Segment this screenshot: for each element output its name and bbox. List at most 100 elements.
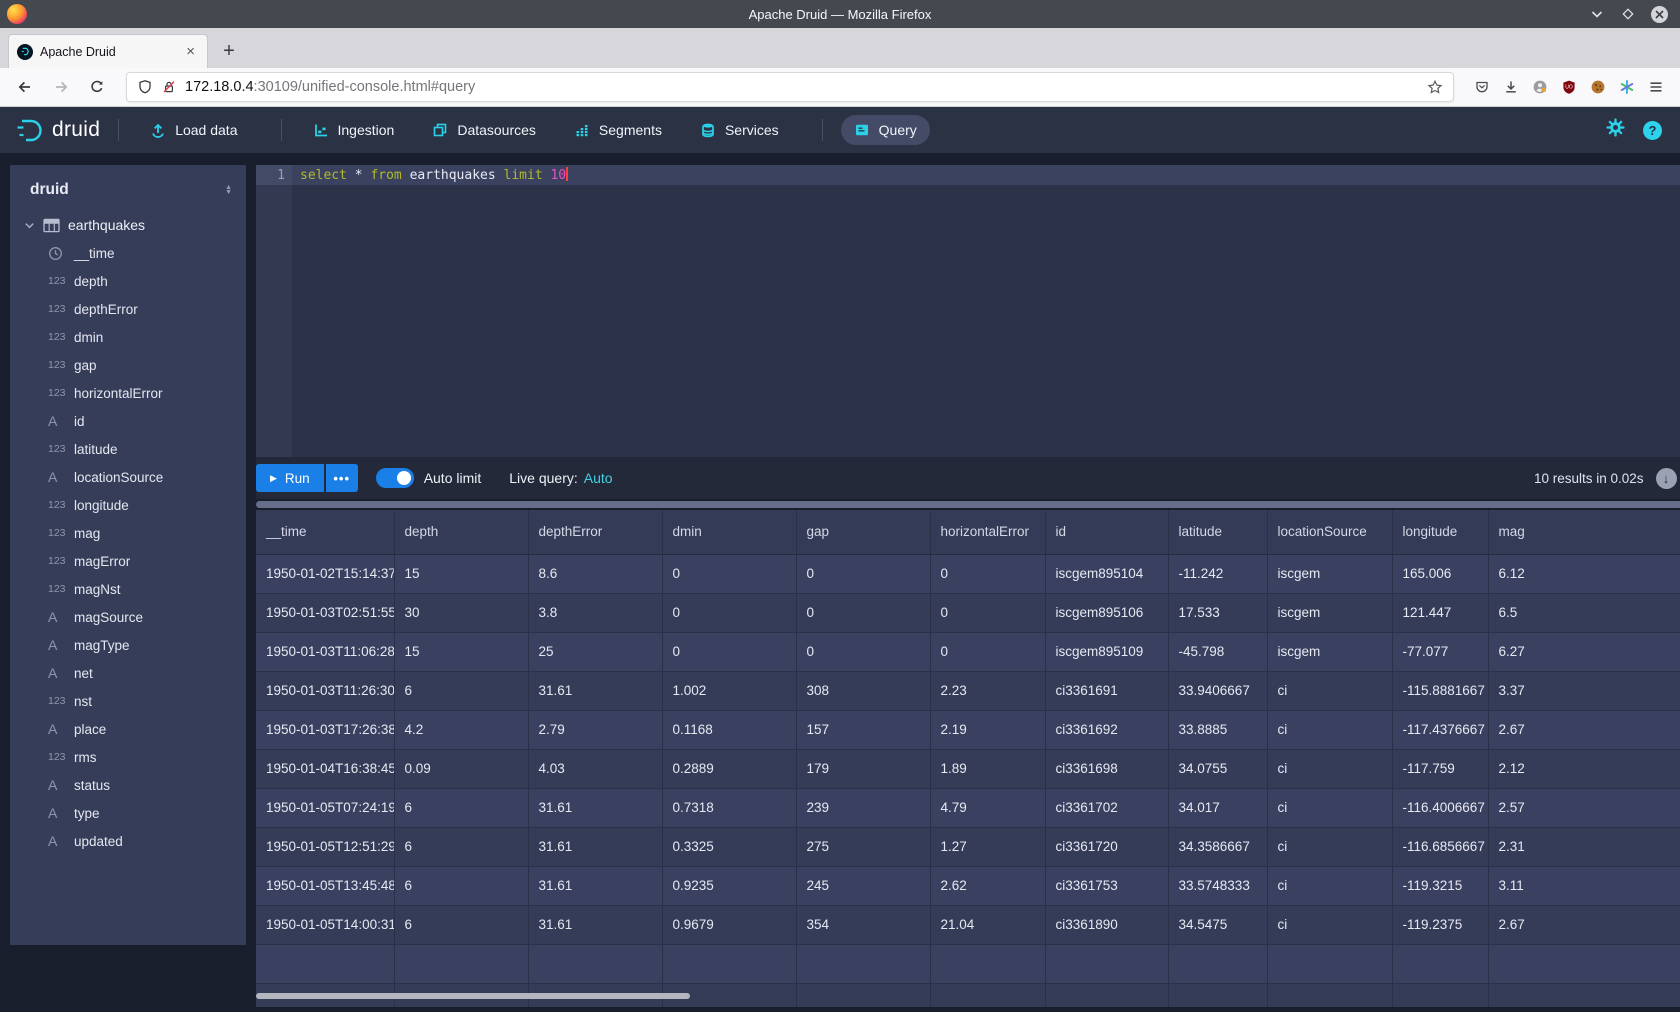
table-cell[interactable] [662, 944, 796, 983]
table-cell[interactable]: 6.27 [1488, 632, 1680, 671]
table-cell[interactable]: 0 [796, 632, 930, 671]
table-cell[interactable]: ci3361698 [1045, 749, 1168, 788]
table-cell[interactable]: 15 [394, 632, 528, 671]
table-cell[interactable]: -115.8881667 [1392, 671, 1488, 710]
account-extension-icon[interactable] [1532, 79, 1548, 95]
column-header-locationSource[interactable]: locationSource [1267, 510, 1392, 554]
table-cell[interactable]: 17.533 [1168, 593, 1267, 632]
table-cell[interactable]: 308 [796, 671, 930, 710]
table-cell[interactable]: 0 [796, 593, 930, 632]
table-cell[interactable]: 34.5475 [1168, 905, 1267, 944]
table-cell[interactable]: 34.0755 [1168, 749, 1267, 788]
table-cell[interactable]: ci3361890 [1045, 905, 1168, 944]
cookie-icon[interactable] [1590, 79, 1606, 95]
table-cell[interactable]: iscgem [1267, 593, 1392, 632]
table-cell[interactable]: ci [1267, 905, 1392, 944]
ublock-origin-icon[interactable]: UO [1561, 79, 1577, 95]
table-cell[interactable]: ci3361691 [1045, 671, 1168, 710]
auto-limit-toggle[interactable] [376, 468, 414, 488]
download-icon[interactable] [1503, 79, 1519, 95]
window-maximize-button[interactable] [1621, 7, 1635, 21]
table-cell[interactable]: 4.03 [528, 749, 662, 788]
table-cell[interactable] [930, 983, 1045, 1007]
column-header-time[interactable]: __time [256, 510, 394, 554]
table-cell[interactable]: 0 [796, 554, 930, 593]
table-cell[interactable]: -117.4376667 [1392, 710, 1488, 749]
table-cell[interactable]: 1950-01-05T13:45:48.730Z [256, 866, 394, 905]
table-cell[interactable]: 0 [930, 632, 1045, 671]
table-cell[interactable]: 245 [796, 866, 930, 905]
table-cell[interactable]: 8.6 [528, 554, 662, 593]
reload-button[interactable] [82, 72, 112, 102]
table-cell[interactable]: -116.6856667 [1392, 827, 1488, 866]
table-cell[interactable]: ci [1267, 749, 1392, 788]
table-cell[interactable]: -119.2375 [1392, 905, 1488, 944]
table-cell[interactable]: 0 [930, 554, 1045, 593]
bookmark-star-icon[interactable] [1427, 79, 1443, 95]
table-cell[interactable]: 2.31 [1488, 827, 1680, 866]
table-cell[interactable]: 0 [930, 593, 1045, 632]
table-cell[interactable]: 1950-01-03T17:26:38.860Z [256, 710, 394, 749]
pane-splitter-handle[interactable] [256, 501, 1680, 508]
table-cell[interactable]: 0.1168 [662, 710, 796, 749]
table-cell[interactable]: ci [1267, 710, 1392, 749]
horizontal-scrollbar[interactable] [256, 993, 690, 999]
sidebar-column-depth[interactable]: 123depth [10, 267, 246, 295]
table-cell[interactable]: ci [1267, 788, 1392, 827]
table-cell[interactable]: 6 [394, 788, 528, 827]
url-bar[interactable]: 172.18.0.4:30109/unified-console.html#qu… [126, 72, 1454, 102]
table-cell[interactable]: 1.89 [930, 749, 1045, 788]
sidebar-column-status[interactable]: Astatus [10, 771, 246, 799]
sidebar-column-id[interactable]: Aid [10, 407, 246, 435]
table-cell[interactable] [796, 983, 930, 1007]
insecure-lock-icon[interactable] [161, 79, 177, 95]
table-cell[interactable]: 33.9406667 [1168, 671, 1267, 710]
table-cell[interactable]: 0.09 [394, 749, 528, 788]
table-cell[interactable]: 6 [394, 827, 528, 866]
table-cell[interactable]: 2.62 [930, 866, 1045, 905]
pocket-icon[interactable] [1474, 79, 1490, 95]
sort-toggle-icon[interactable]: ▲▼ [225, 185, 232, 195]
query-code-line[interactable]: 1 select * from earthquakes limit 10 [256, 165, 1680, 184]
table-cell[interactable]: 1950-01-03T02:51:55.410Z [256, 593, 394, 632]
table-cell[interactable] [394, 944, 528, 983]
table-cell[interactable]: -11.242 [1168, 554, 1267, 593]
table-cell[interactable] [1488, 983, 1680, 1007]
sidebar-column-dmin[interactable]: 123dmin [10, 323, 246, 351]
table-cell[interactable] [1267, 983, 1392, 1007]
table-cell[interactable]: -119.3215 [1392, 866, 1488, 905]
table-cell[interactable]: 2.79 [528, 710, 662, 749]
sidebar-column-type[interactable]: Atype [10, 799, 246, 827]
table-cell[interactable]: ci [1267, 671, 1392, 710]
sidebar-column-rms[interactable]: 123rms [10, 743, 246, 771]
sidebar-column-gap[interactable]: 123gap [10, 351, 246, 379]
table-cell[interactable]: 34.017 [1168, 788, 1267, 827]
column-header-id[interactable]: id [1045, 510, 1168, 554]
table-cell[interactable]: 1950-01-05T14:00:31.860Z [256, 905, 394, 944]
nav-item-load-data[interactable]: Load data [137, 115, 250, 145]
sidebar-column-mag[interactable]: 123mag [10, 519, 246, 547]
nav-item-ingestion[interactable]: Ingestion [300, 115, 408, 145]
table-cell[interactable]: 0 [662, 632, 796, 671]
table-cell[interactable]: 31.61 [528, 671, 662, 710]
table-cell[interactable] [1045, 983, 1168, 1007]
table-cell[interactable]: 4.79 [930, 788, 1045, 827]
table-cell[interactable]: 0 [662, 554, 796, 593]
sidebar-column-place[interactable]: Aplace [10, 715, 246, 743]
table-cell[interactable]: 2.67 [1488, 905, 1680, 944]
sidebar-column-horizontalError[interactable]: 123horizontalError [10, 379, 246, 407]
table-cell[interactable]: 1.27 [930, 827, 1045, 866]
table-cell[interactable]: 1950-01-03T11:26:30.040Z [256, 671, 394, 710]
table-cell[interactable]: -45.798 [1168, 632, 1267, 671]
query-editor[interactable]: 1 select * from earthquakes limit 10 [256, 165, 1680, 457]
column-header-latitude[interactable]: latitude [1168, 510, 1267, 554]
sidebar-column-magNst[interactable]: 123magNst [10, 575, 246, 603]
table-cell[interactable]: 6 [394, 866, 528, 905]
new-tab-button[interactable]: + [214, 36, 244, 66]
table-cell[interactable]: 0.7318 [662, 788, 796, 827]
colorful-asterisk-icon[interactable] [1619, 79, 1635, 95]
table-cell[interactable]: iscgem [1267, 554, 1392, 593]
window-close-button[interactable] [1651, 6, 1668, 23]
table-cell[interactable]: 0.2889 [662, 749, 796, 788]
settings-gear-icon[interactable] [1606, 118, 1625, 142]
